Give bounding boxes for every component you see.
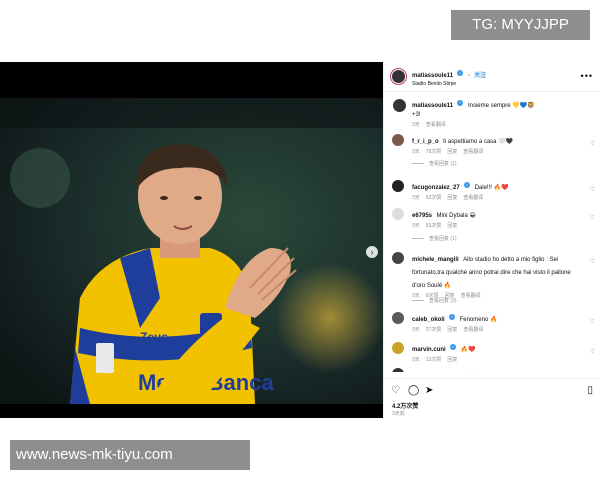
avatar[interactable] xyxy=(392,98,407,113)
instagram-post: Zeus MeglioBanca › xyxy=(0,62,600,418)
comment-username[interactable]: facugonzalez_27 xyxy=(412,185,460,191)
player-photo: Zeus MeglioBanca xyxy=(0,98,383,404)
comment-text: ti aspettiamo a casa 🤍🖤 xyxy=(443,139,514,145)
comment-likes[interactable]: 27次赞 xyxy=(426,327,442,333)
post-location[interactable]: Stadio Benito Stirpe xyxy=(412,80,486,88)
reply-button[interactable]: 回复 xyxy=(447,327,457,333)
reply-button[interactable]: 回复 xyxy=(447,357,457,363)
post-actions: ♡ ◯ ➤ ▯ 4.2万次赞 3天前 xyxy=(384,378,600,418)
next-image-button[interactable]: › xyxy=(366,246,378,258)
avatar[interactable] xyxy=(392,208,404,220)
comment-text: Fenomeno 🔥 xyxy=(459,317,498,323)
avatar[interactable] xyxy=(392,252,404,264)
comment-heart-icon[interactable]: ♡ xyxy=(590,348,595,355)
caption-text: Insieme sempre 💛💙🦁 xyxy=(467,103,535,109)
comment-username[interactable]: caleb_okoli xyxy=(412,317,445,323)
comment-username[interactable]: marvin.cuni xyxy=(412,347,446,353)
comment-time: 3天 xyxy=(412,149,420,155)
verified-icon: ✓ xyxy=(449,313,456,320)
post-header: matiassoule11 ✓ • 关注 Stadio Benito Stirp… xyxy=(384,62,600,92)
reply-button[interactable]: 回复 xyxy=(447,149,457,155)
comment-heart-icon[interactable]: ♡ xyxy=(590,140,595,147)
view-replies-button[interactable]: 查看回复 (3) xyxy=(412,297,457,304)
comment-heart-icon[interactable]: ♡ xyxy=(590,318,595,325)
comment-username[interactable]: f_r_i_p_o xyxy=(412,139,439,145)
comment-likes[interactable]: 53次赞 xyxy=(426,195,442,201)
comment-likes[interactable]: 78次赞 xyxy=(426,149,442,155)
page: TG: MYYJJPP Zeus › matiassoule11 ✓ • 关注 … xyxy=(0,0,600,480)
verified-icon: ✓ xyxy=(457,99,464,106)
translate-link[interactable]: 查看翻译 xyxy=(461,293,481,299)
comment-text: Mini Dybala 😁 xyxy=(436,213,476,219)
comment-likes[interactable]: 13次赞 xyxy=(426,357,442,363)
comment-text: Dale!!! 🔥❤️ xyxy=(474,185,509,191)
avatar[interactable] xyxy=(392,134,404,146)
comment-username[interactable]: michele_mangili xyxy=(412,257,459,263)
likes-count[interactable]: 4.2万次赞 xyxy=(392,401,418,410)
post-time: 3天前 xyxy=(392,411,405,417)
translate-link[interactable]: 查看翻译 xyxy=(463,327,483,333)
comment-time: 3天 xyxy=(412,223,420,229)
translate-link[interactable]: 查看翻译 xyxy=(426,122,446,128)
avatar[interactable] xyxy=(392,180,404,192)
comment-time: 3天 xyxy=(412,195,420,201)
post-media[interactable]: Zeus MeglioBanca › xyxy=(0,62,383,418)
verified-icon: ✓ xyxy=(450,343,457,350)
caption-time: 3天 xyxy=(412,122,420,128)
watermark-top: TG: MYYJJPP xyxy=(451,10,590,40)
comment-likes[interactable]: 53次赞 xyxy=(426,223,442,229)
shirt-brand: Zeus xyxy=(140,330,168,344)
post-side-panel: matiassoule11 ✓ • 关注 Stadio Benito Stirp… xyxy=(383,62,600,418)
comment-time: 3天 xyxy=(412,357,420,363)
view-replies-button[interactable]: 查看回复 (1) xyxy=(412,160,457,167)
avatar[interactable] xyxy=(392,342,404,354)
view-replies-button[interactable]: 查看回复 (1) xyxy=(412,235,457,242)
bookmark-icon[interactable]: ▯ xyxy=(587,385,593,396)
post-username[interactable]: matiassoule11 xyxy=(412,73,453,79)
comments-list[interactable]: matiassoule11 ✓ Insieme sempre 💛💙🦁 +3! 3… xyxy=(384,92,600,372)
follow-button[interactable]: 关注 xyxy=(474,73,486,79)
comment-time: 3天 xyxy=(412,327,420,333)
comment-username[interactable]: e6795s xyxy=(412,213,432,219)
post-photo: Zeus MeglioBanca xyxy=(0,98,383,404)
caption-extra: +3! xyxy=(412,112,421,118)
comment-icon[interactable]: ◯ xyxy=(408,385,419,396)
reply-button[interactable]: 回复 xyxy=(447,223,457,229)
avatar[interactable] xyxy=(392,312,404,324)
avatar[interactable] xyxy=(391,69,406,84)
comment-heart-icon[interactable]: ♡ xyxy=(590,258,595,265)
translate-link[interactable]: 查看翻译 xyxy=(463,149,483,155)
comment-heart-icon[interactable]: ♡ xyxy=(590,186,595,193)
avatar[interactable] xyxy=(392,368,404,372)
heart-icon[interactable]: ♡ xyxy=(391,385,400,396)
verified-icon: ✓ xyxy=(464,181,471,188)
comment-text: 🔥❤️ xyxy=(460,347,476,353)
comment-heart-icon[interactable]: ♡ xyxy=(590,214,595,221)
share-icon[interactable]: ➤ xyxy=(425,385,433,396)
watermark-bottom: www.news-mk-tiyu.com xyxy=(10,440,250,470)
translate-link[interactable]: 查看翻译 xyxy=(463,195,483,201)
more-options-icon[interactable]: ••• xyxy=(581,71,593,81)
reply-button[interactable]: 回复 xyxy=(447,195,457,201)
caption-username[interactable]: matiassoule11 xyxy=(412,103,453,109)
verified-icon: ✓ xyxy=(457,69,464,76)
